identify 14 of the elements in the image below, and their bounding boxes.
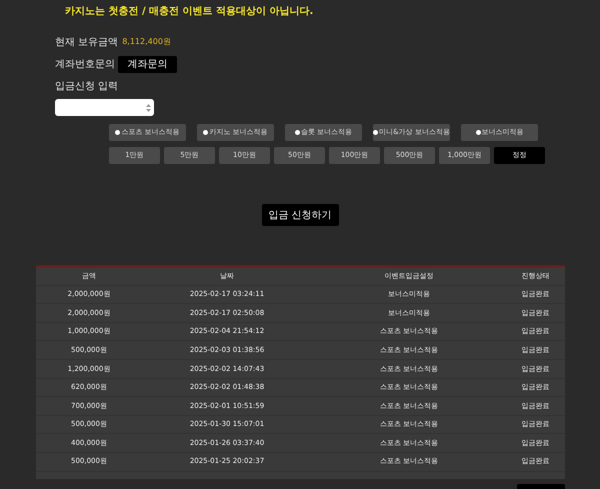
account-inquiry-button[interactable]: 계좌문의 [118, 56, 177, 73]
account-inquiry-label: 계좌번호문의 [55, 58, 115, 72]
balance-label: 현재 보유금액 [55, 36, 118, 50]
radio-icon [203, 130, 208, 135]
deposit-input-label: 입금신청 입력 [55, 80, 120, 94]
radio-icon [115, 130, 120, 135]
submit-button[interactable]: 입금 신청하기 [262, 204, 338, 226]
deposit-amount-field[interactable] [55, 99, 154, 116]
notice-text: 카지노는 첫충전 / 매충전 이벤트 적용대상이 아닙니다. [65, 5, 314, 19]
radio-icon [476, 130, 480, 135]
balance-value: 8,112,400원 [122, 36, 171, 48]
radio-icon [294, 130, 300, 135]
radio-icon [373, 130, 378, 135]
spinner-icon[interactable] [146, 104, 151, 112]
